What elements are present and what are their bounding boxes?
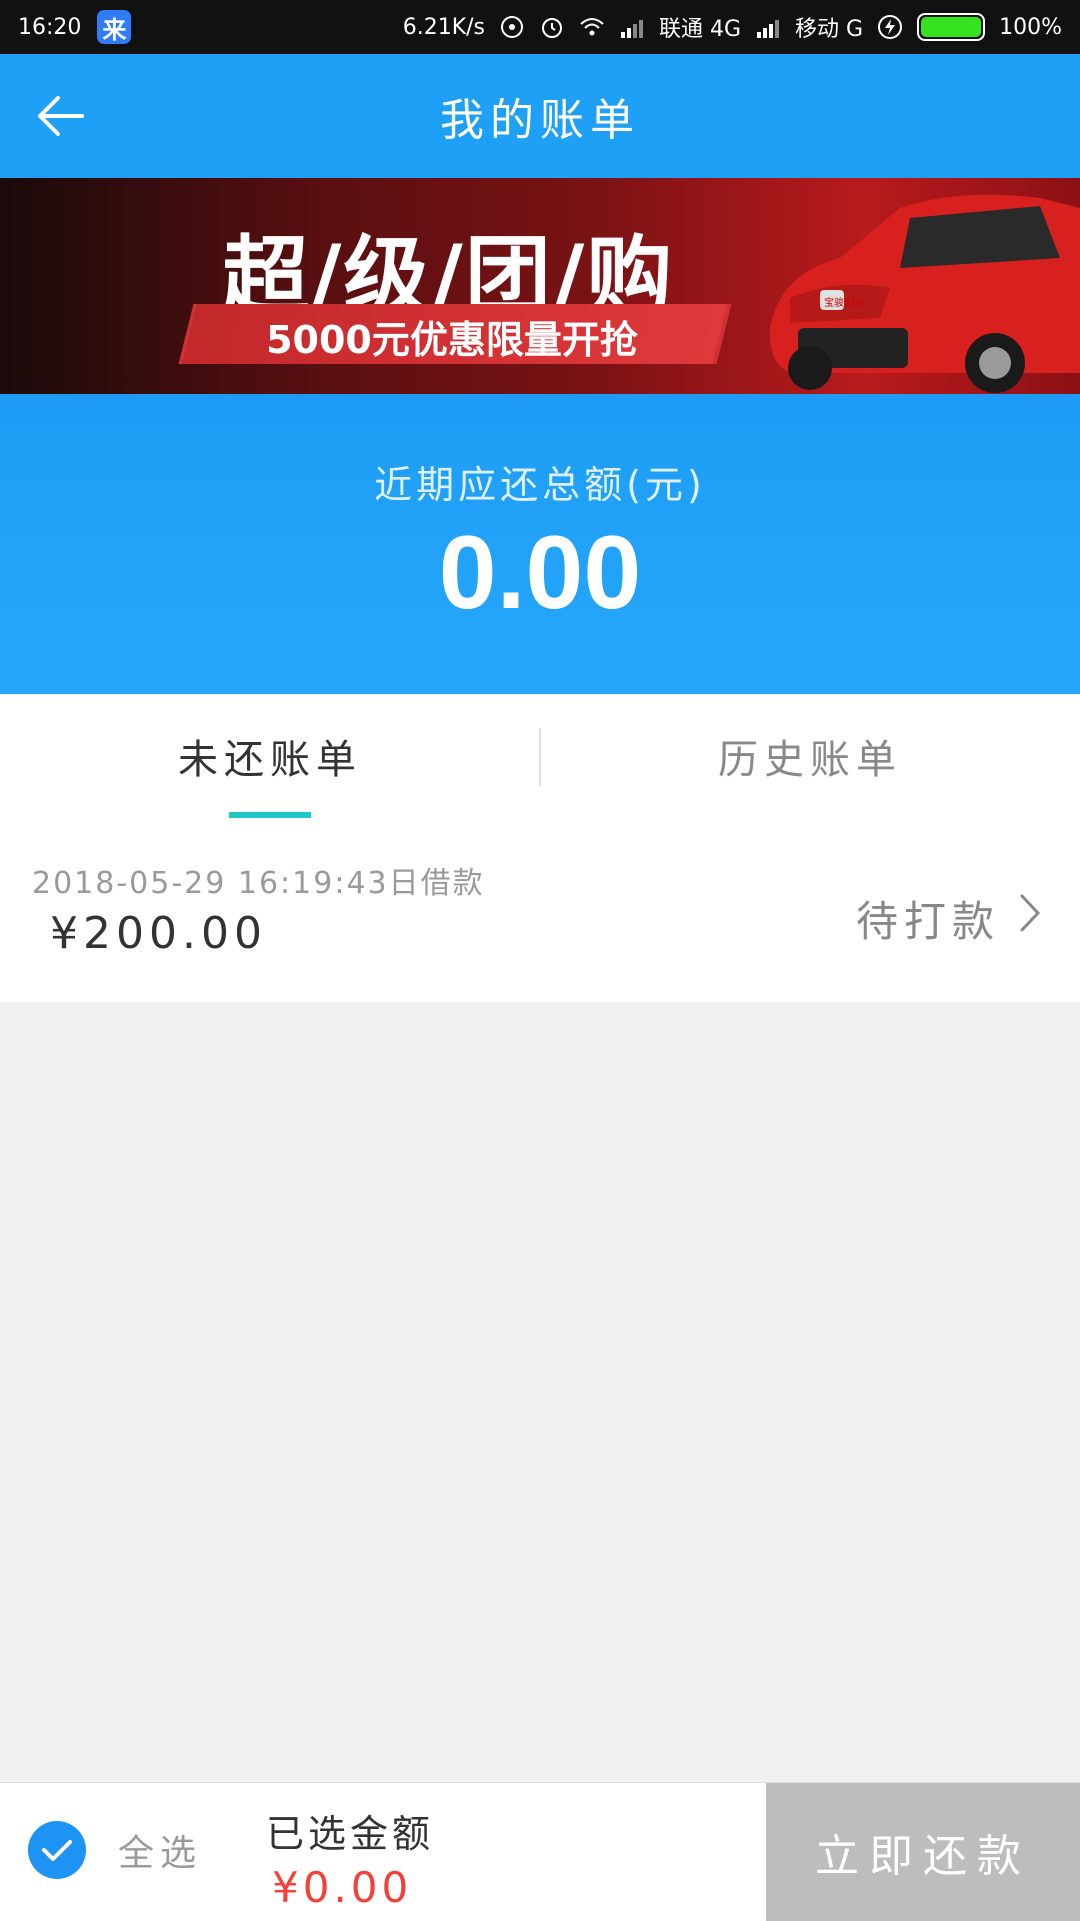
tab-history-bills[interactable]: 历史账单	[540, 694, 1080, 818]
selected-amount-label: 已选金额	[266, 1812, 435, 1856]
charging-icon	[878, 15, 903, 39]
signal-icon	[621, 20, 643, 38]
status-time: 16:20	[18, 14, 82, 40]
select-all-toggle[interactable]: 全选	[28, 1821, 202, 1879]
bill-status: 待打款	[855, 897, 1000, 946]
status-bar: 16:20 来 6.21K/s 联通 4G 移动 G 100%	[0, 0, 1080, 54]
carrier-secondary: 移动 G	[795, 17, 864, 42]
selected-amount-value: ¥0.00	[272, 1863, 413, 1912]
tab-divider	[539, 728, 541, 786]
network-speed: 6.21K/s	[402, 14, 485, 40]
chevron-right-icon	[1020, 894, 1041, 932]
summary-amount: 0.00	[438, 515, 642, 631]
bill-tabs: 未还账单 历史账单	[0, 694, 1080, 819]
summary-label: 近期应还总额(元)	[374, 463, 706, 507]
hotspot-icon	[501, 16, 523, 38]
bill-list-item[interactable]: 2018-05-29 16:19:43日借款 ¥200.00 待打款	[0, 818, 1080, 1002]
tab-label: 历史账单	[718, 737, 902, 783]
promo-banner[interactable]: 超/级/团/购 5000元优惠限量开抢 宝骏510	[0, 178, 1080, 394]
battery-icon	[917, 13, 986, 41]
app-header: 我的账单	[0, 54, 1080, 178]
battery-percent: 100%	[999, 14, 1062, 40]
wifi-icon	[580, 18, 604, 36]
arrow-left-icon	[38, 96, 84, 136]
bill-amount: ¥200.00	[50, 908, 267, 959]
repay-now-button[interactable]: 立即还款	[766, 1783, 1080, 1921]
signal-icon	[757, 20, 780, 38]
repayment-summary: 近期应还总额(元) 0.00	[0, 394, 1080, 694]
car-plate: 宝骏510	[824, 296, 863, 309]
select-all-label: 全选	[118, 1833, 203, 1874]
alarm-icon	[542, 18, 562, 38]
back-button[interactable]	[28, 84, 92, 148]
app-notification-icon: 来	[97, 10, 132, 44]
checkmark-icon[interactable]	[28, 1821, 86, 1879]
bill-date: 2018-05-29 16:19:43日借款	[32, 866, 485, 901]
car-image: 宝骏510	[769, 194, 1080, 393]
page-title: 我的账单	[440, 95, 640, 146]
banner-subline: 5000元优惠限量开抢	[266, 317, 638, 362]
carrier-primary: 联通 4G	[659, 17, 742, 42]
bottom-action-bar: 全选 已选金额 ¥0.00 立即还款	[0, 1782, 1080, 1921]
tab-unpaid-bills[interactable]: 未还账单	[0, 694, 540, 818]
tab-label: 未还账单	[178, 737, 362, 783]
